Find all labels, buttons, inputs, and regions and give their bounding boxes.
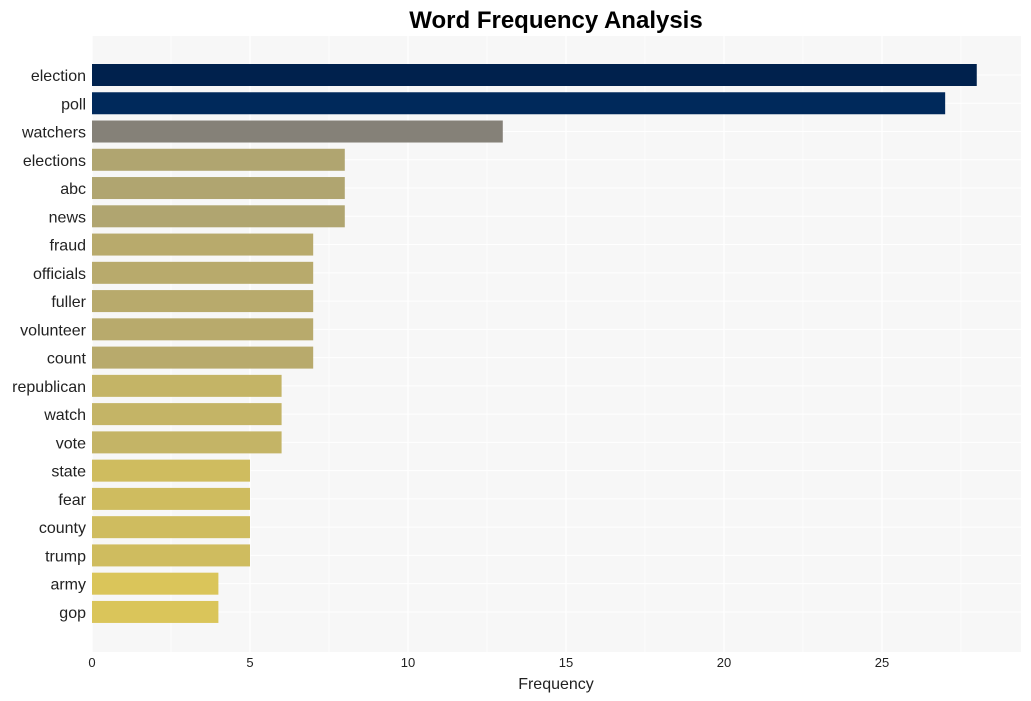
bar-chart: Word Frequency Analysis election poll watc…: [12, 7, 1021, 693]
bar-fuller: [92, 290, 314, 313]
y-label-republican: republican: [12, 379, 86, 396]
y-label-county: county: [39, 520, 86, 537]
y-label-election: election: [31, 68, 86, 85]
x-axis-label: Frequency: [518, 676, 594, 693]
bar-watch: [92, 403, 282, 426]
x-tick-label: 5: [246, 655, 253, 670]
bar-count: [92, 346, 314, 369]
bar-vote: [92, 431, 282, 454]
bar-abc: [92, 177, 345, 200]
y-label-news: news: [49, 209, 86, 226]
bar-fear: [92, 487, 250, 510]
y-label-vote: vote: [56, 435, 86, 452]
y-label-poll: poll: [61, 96, 86, 113]
y-label-army: army: [50, 577, 86, 594]
bar-republican: [92, 374, 282, 397]
x-tick-label: 25: [875, 655, 889, 670]
x-tick-label: 10: [401, 655, 415, 670]
y-label-count: count: [47, 351, 87, 368]
y-label-state: state: [51, 464, 86, 481]
y-label-fraud: fraud: [50, 238, 86, 255]
bar-county: [92, 516, 250, 539]
y-label-fuller: fuller: [51, 294, 86, 311]
y-label-watch: watch: [43, 407, 86, 424]
y-label-fear: fear: [58, 492, 86, 509]
y-label-watchers: watchers: [21, 125, 86, 142]
x-tick-label: 20: [717, 655, 731, 670]
bar-volunteer: [92, 318, 314, 341]
x-axis-ticks: 0 5 10 15 20 25: [88, 655, 889, 670]
x-tick-label: 0: [88, 655, 95, 670]
bar-gop: [92, 600, 219, 623]
bar-fraud: [92, 233, 314, 256]
y-label-trump: trump: [45, 548, 86, 565]
y-label-officials: officials: [33, 266, 86, 283]
bar-officials: [92, 261, 314, 284]
y-label-volunteer: volunteer: [20, 322, 86, 339]
bar-state: [92, 459, 250, 482]
y-label-gop: gop: [59, 605, 86, 622]
y-axis-labels: election poll watchers elections abc news frau…: [12, 68, 86, 622]
chart-title: Word Frequency Analysis: [409, 7, 702, 34]
bar-elections: [92, 148, 345, 171]
x-tick-label: 15: [559, 655, 573, 670]
bar-election: [92, 64, 977, 86]
bar-watchers: [92, 120, 503, 143]
y-label-abc: abc: [60, 181, 86, 198]
bar-army: [92, 572, 219, 595]
y-label-elections: elections: [23, 153, 86, 170]
bar-trump: [92, 544, 250, 567]
bar-news: [92, 205, 345, 228]
bar-poll: [92, 92, 946, 115]
